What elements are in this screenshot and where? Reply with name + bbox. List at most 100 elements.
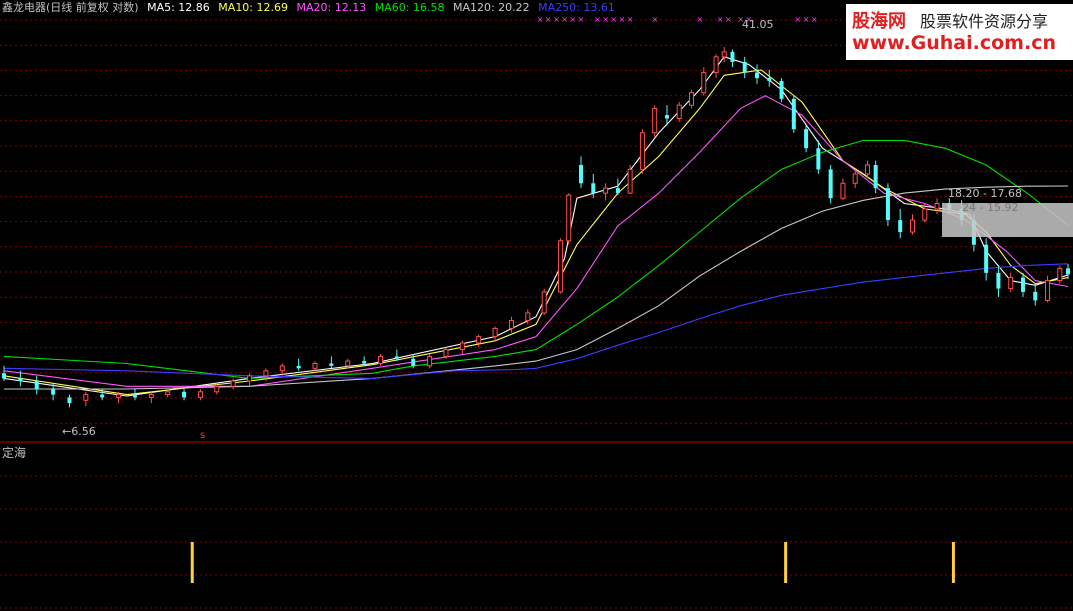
candle-body [1020,277,1025,292]
candle-body [767,78,772,81]
ma10-value: MA10: 12.69 [218,1,289,14]
line-ma60 [3,139,1069,379]
candle-body [34,381,39,390]
low-price-value: 6.56 [71,425,96,438]
top-marker: × [594,15,601,24]
candle-body [591,183,596,194]
line-ma20 [3,95,1069,387]
candle-body [476,336,482,344]
top-marker: × [537,15,544,24]
candle-body [828,169,833,199]
candle-body [652,107,658,134]
grid-lines [0,19,1073,609]
ma5-value: MA5: 12.86 [147,1,210,14]
top-marker: × [651,15,658,24]
candle-body [230,380,236,387]
candle-body [984,244,989,273]
ma20-value: MA20: 12.13 [296,1,367,14]
top-marker: × [696,15,703,24]
top-marker: × [811,15,818,24]
candle-body [689,92,695,106]
candle-body [676,104,682,120]
top-marker: × [803,15,810,24]
candle-body [721,51,727,58]
candle-body [603,187,609,194]
top-marker: × [602,15,609,24]
sub-indicator-signals [190,542,955,583]
candle-body [873,164,878,189]
candle-body [411,358,416,366]
ma250-value: MA250: 13.61 [538,1,615,14]
candle-body [885,188,890,221]
top-marker: × [578,15,585,24]
candle-body [492,327,498,338]
candle-body [639,132,645,170]
candle-body [197,391,203,398]
candle-body [541,291,547,314]
candle-body [934,202,940,210]
candle-body [263,370,269,377]
candle-body [1033,291,1038,301]
candle-body [100,394,105,398]
candle-body [1066,268,1070,275]
top-marker: × [610,15,617,24]
candle-body [804,129,809,149]
candle-body [579,164,584,184]
candle-body [1045,280,1051,301]
candle-body [148,394,154,398]
candle-body [279,365,285,372]
candle-body [443,349,449,357]
candle-body [909,219,915,233]
candle-body [182,391,187,398]
top-marker: × [717,15,724,24]
candle-body [394,356,399,359]
candle-body [1057,267,1063,282]
candle-body [508,320,514,329]
candlesticks [2,46,1070,408]
top-marker: × [627,15,634,24]
chart-canvas[interactable]: × × × × × × × × × × × × × × × × × × × × [0,0,1073,611]
logo-url: www.Guhai.com.cn [852,32,1056,54]
candle-body [525,312,531,322]
candle-body [427,355,433,367]
candle-body [864,164,870,175]
range-top-label: 18.20 - 17.68 [948,187,1022,200]
ma60-value: MA60: 16.58 [374,1,445,14]
top-marker: × [569,15,576,24]
candle-body [840,182,846,199]
high-price-label: 41.05 [742,18,774,31]
site-logo[interactable]: 股海网 股票软件资源分享 www.Guhai.com.cn [846,4,1073,60]
candle-body [664,115,669,119]
candle-body [345,360,351,367]
candle-body [996,272,1001,289]
chart-header: 鑫龙电器(日线 前复权 对数) MA5: 12.86 MA10: 12.69 M… [2,0,620,16]
chart-window: × × × × × × × × × × × × × × × × × × × × 鑫龙电器(日线 前复权 对数) MA5… [0,0,1073,611]
candle-body [312,362,318,369]
candle-body [791,98,796,130]
logo-slogan: 股票软件资源分享 [920,12,1049,31]
candle-body [214,385,220,393]
sub-indicator-title: 定海 [2,446,27,460]
top-marker: × [725,15,732,24]
candle-body [51,389,56,395]
candle-body [742,61,747,73]
candle-body [329,363,334,366]
line-ma5 [3,56,1069,397]
stock-title: 鑫龙电器(日线 前复权 对数) [2,1,139,14]
candle-body [165,391,171,396]
candle-body [459,342,465,351]
line-ma120 [4,185,1069,390]
low-price-label: ←6.56 [62,425,96,438]
top-marker: × [795,15,802,24]
top-marker: × [553,15,560,24]
range-bottom-label: 24 - 15.92 [962,201,1019,214]
top-marker: × [561,15,568,24]
candle-body [362,361,367,364]
candle-body [83,394,89,401]
candle-body [754,72,759,79]
candle-body [816,148,821,170]
candle-body [713,56,719,74]
ma120-value: MA120: 20.22 [452,1,530,14]
candle-body [377,355,383,364]
top-marker: × [545,15,552,24]
